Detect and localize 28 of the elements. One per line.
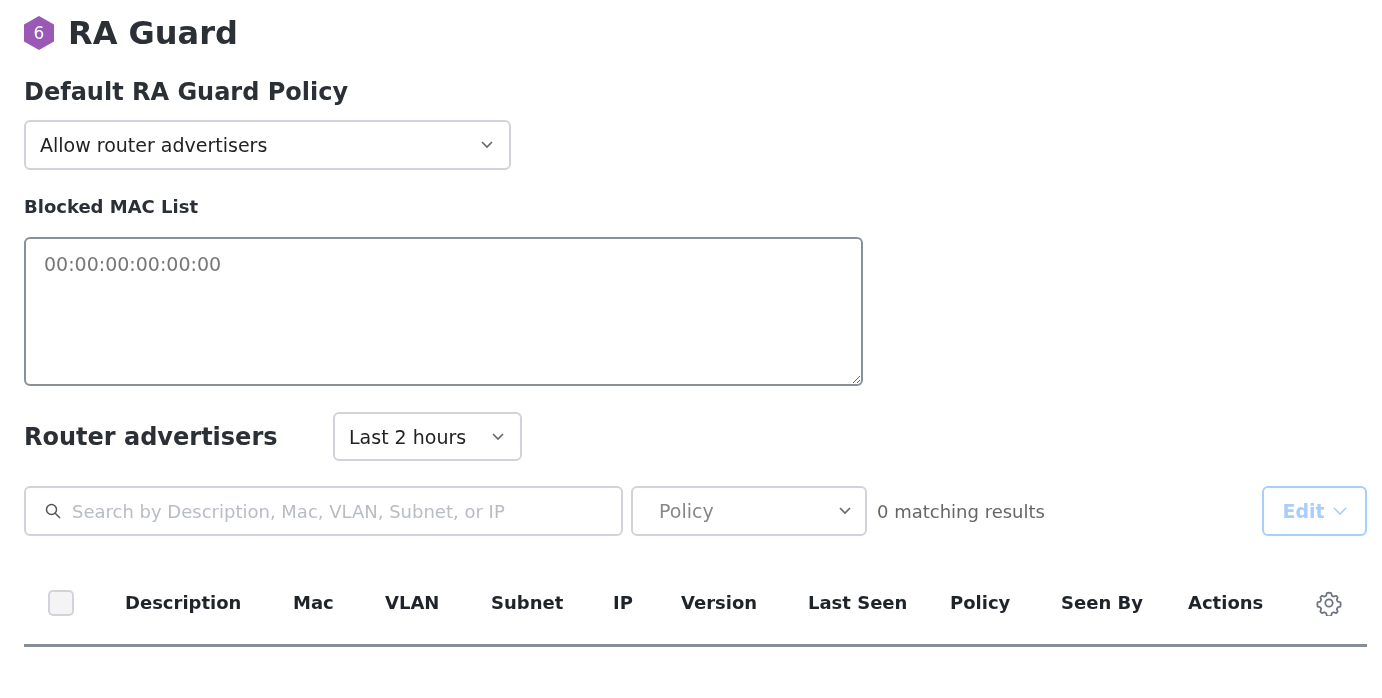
policy-select[interactable]: Allow router advertisers: [24, 120, 511, 170]
column-header[interactable]: IP: [613, 592, 633, 613]
section-heading: Default RA Guard Policy: [24, 78, 350, 106]
hexagon-badge: 6: [24, 16, 54, 50]
column-header[interactable]: Description: [125, 592, 242, 613]
chevron-down-icon: [492, 432, 504, 441]
column-header[interactable]: Version: [681, 592, 758, 613]
chevron-down-icon: [839, 507, 851, 515]
policy-filter-select[interactable]: Policy: [631, 486, 867, 536]
select-all-checkbox[interactable]: [48, 590, 74, 616]
column-header[interactable]: Policy: [950, 592, 1011, 613]
section-heading: Router advertisers: [24, 422, 279, 451]
column-header[interactable]: Last Seen: [808, 592, 908, 613]
column-header[interactable]: Mac: [293, 592, 334, 613]
page-title: RA Guard: [68, 14, 238, 52]
results-count: 0 matching results: [877, 500, 1045, 522]
column-header[interactable]: Actions: [1188, 592, 1264, 613]
settings-icon[interactable]: [1316, 590, 1342, 616]
column-header[interactable]: Subnet: [491, 592, 564, 613]
search-icon: [45, 503, 61, 519]
mac-list-field[interactable]: 00:00:00:00:00:00: [24, 237, 863, 386]
chevron-down-icon: [481, 141, 493, 149]
search-field[interactable]: Search by Description, Mac, VLAN, Subnet, or IP: [24, 486, 623, 536]
chevron-down-icon: [1332, 507, 1347, 515]
column-header[interactable]: VLAN: [385, 592, 440, 613]
column-header[interactable]: Seen By: [1061, 592, 1143, 613]
time-range-select[interactable]: Last 2 hours: [333, 412, 522, 461]
field-label: Blocked MAC List: [24, 196, 200, 217]
